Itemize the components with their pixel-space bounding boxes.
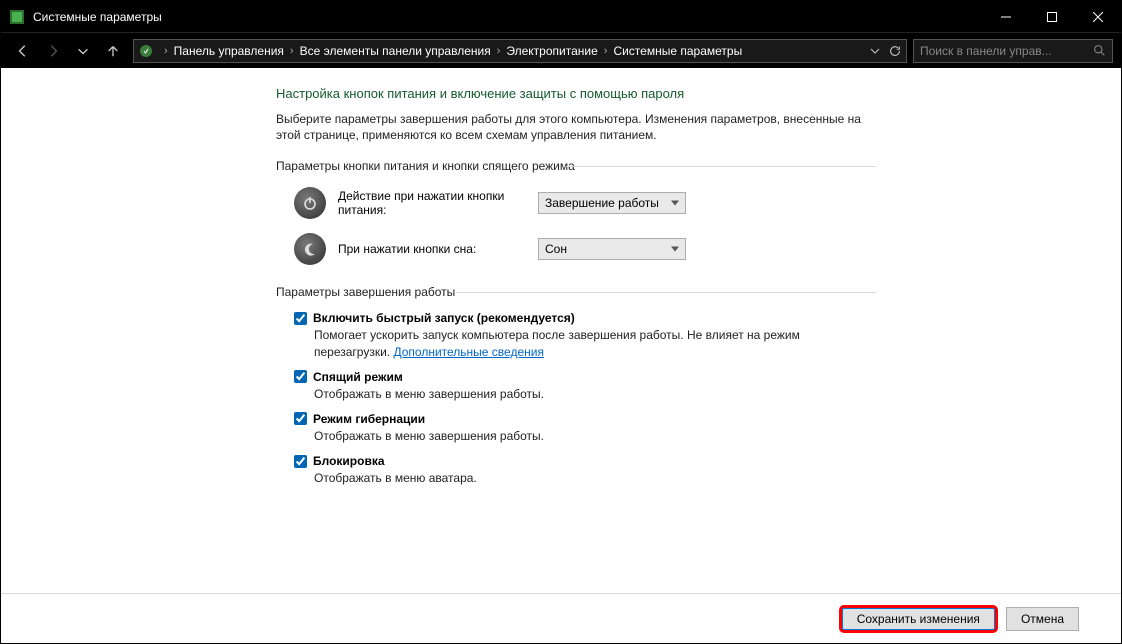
group-power-buttons-label: Параметры кнопки питания и кнопки спящег… [276, 159, 876, 173]
lock-item: Блокировка Отображать в меню аватара. [276, 454, 876, 486]
scroll-area: Настройка кнопок питания и включение защ… [1, 68, 1121, 593]
breadcrumb-segment[interactable]: Электропитание [506, 44, 597, 58]
breadcrumb-segment[interactable]: Панель управления [174, 44, 284, 58]
group-shutdown-label: Параметры завершения работы [276, 285, 876, 299]
power-button-row: Действие при нажатии кнопки питания: Зав… [276, 187, 876, 219]
fast-startup-checkbox[interactable]: Включить быстрый запуск (рекомендуется) [294, 311, 876, 325]
sleep-button-row: При нажатии кнопки сна: Сон [276, 233, 876, 265]
power-icon [294, 187, 326, 219]
up-button[interactable] [99, 37, 127, 65]
sleep-input[interactable] [294, 370, 307, 383]
breadcrumb-segment[interactable]: Системные параметры [613, 44, 742, 58]
back-button[interactable] [9, 37, 37, 65]
nav-bar: › Панель управления › Все элементы панел… [1, 32, 1121, 68]
chevron-down-icon[interactable] [870, 46, 880, 56]
sleep-checkbox[interactable]: Спящий режим [294, 370, 876, 384]
hibernate-description: Отображать в меню завершения работы. [294, 428, 876, 444]
search-input[interactable]: Поиск в панели управ... [913, 39, 1113, 63]
power-button-select[interactable]: Завершение работы [538, 192, 686, 214]
lock-description: Отображать в меню аватара. [294, 470, 876, 486]
sleep-description: Отображать в меню завершения работы. [294, 386, 876, 402]
address-bar[interactable]: › Панель управления › Все элементы панел… [133, 39, 907, 63]
chevron-right-icon: › [290, 45, 294, 57]
chevron-right-icon: › [164, 45, 168, 57]
sleep-button-label: При нажатии кнопки сна: [338, 242, 538, 256]
content-area: Настройка кнопок питания и включение защ… [1, 68, 1121, 643]
recent-dropdown[interactable] [69, 37, 97, 65]
search-icon [1093, 44, 1106, 57]
footer: Сохранить изменения Отмена [1, 593, 1121, 643]
chevron-right-icon: › [604, 45, 608, 57]
fast-startup-item: Включить быстрый запуск (рекомендуется) … [276, 311, 876, 359]
sleep-button-select[interactable]: Сон [538, 238, 686, 260]
sleep-item: Спящий режим Отображать в меню завершени… [276, 370, 876, 402]
search-placeholder: Поиск в панели управ... [920, 44, 1052, 58]
forward-button[interactable] [39, 37, 67, 65]
title-bar: Системные параметры [1, 1, 1121, 32]
fast-startup-input[interactable] [294, 312, 307, 325]
window-title: Системные параметры [33, 10, 983, 24]
hibernate-input[interactable] [294, 412, 307, 425]
power-button-label: Действие при нажатии кнопки питания: [338, 189, 538, 217]
window-controls [983, 1, 1121, 32]
breadcrumb-segment[interactable]: Все элементы панели управления [300, 44, 491, 58]
window: Системные параметры › Панель управления … [1, 1, 1121, 643]
lock-checkbox[interactable]: Блокировка [294, 454, 876, 468]
close-button[interactable] [1075, 1, 1121, 32]
hibernate-checkbox[interactable]: Режим гибернации [294, 412, 876, 426]
maximize-button[interactable] [1029, 1, 1075, 32]
power-icon [138, 43, 154, 59]
refresh-icon[interactable] [888, 44, 902, 58]
cancel-button[interactable]: Отмена [1006, 607, 1079, 631]
settings-form: Настройка кнопок питания и включение защ… [276, 86, 876, 486]
chevron-right-icon: › [497, 45, 501, 57]
fast-startup-description: Помогает ускорить запуск компьютера посл… [294, 327, 876, 359]
page-title: Настройка кнопок питания и включение защ… [276, 86, 876, 101]
more-info-link[interactable]: Дополнительные сведения [393, 345, 543, 359]
hibernate-item: Режим гибернации Отображать в меню завер… [276, 412, 876, 444]
sleep-icon [294, 233, 326, 265]
save-button[interactable]: Сохранить изменения [841, 607, 996, 631]
lock-input[interactable] [294, 455, 307, 468]
control-panel-icon [9, 9, 25, 25]
minimize-button[interactable] [983, 1, 1029, 32]
page-description: Выберите параметры завершения работы для… [276, 111, 876, 143]
